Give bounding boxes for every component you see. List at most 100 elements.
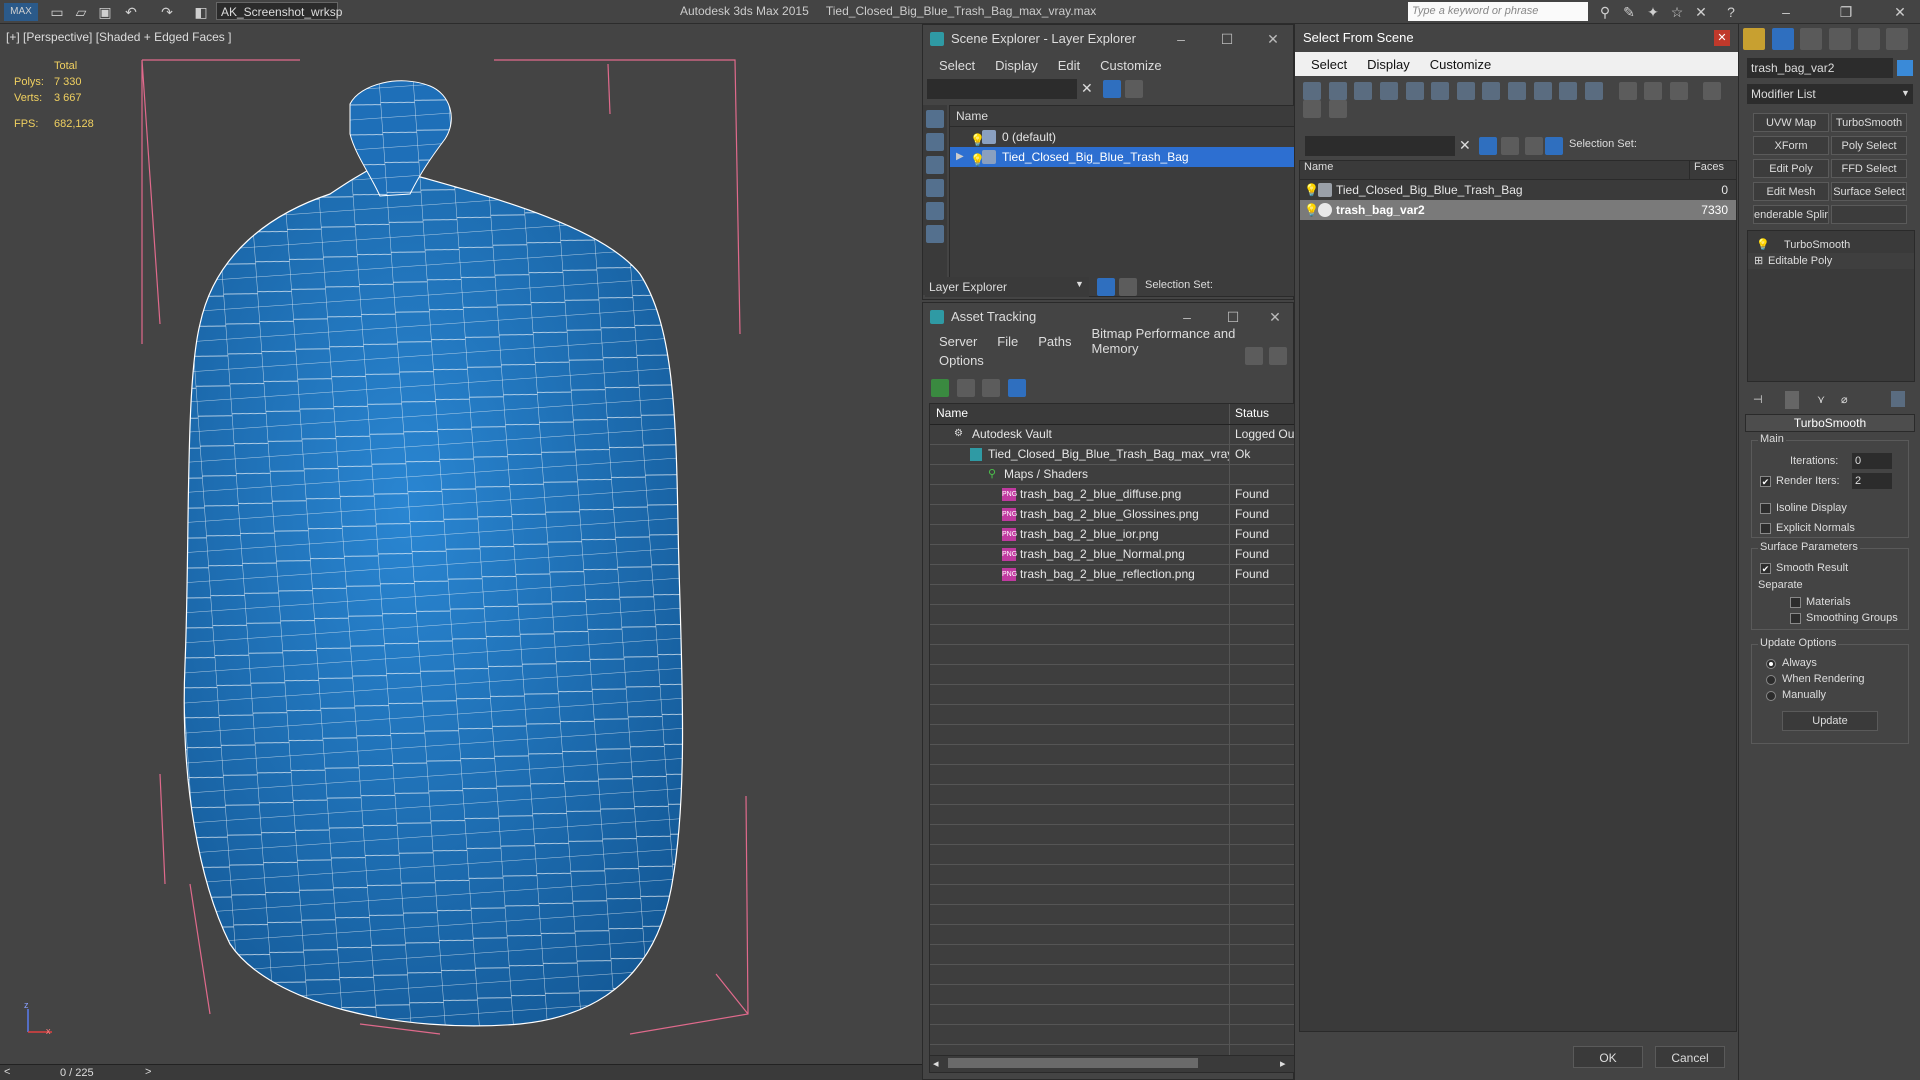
maximize-icon[interactable]: ☐ <box>1219 303 1247 331</box>
geometry-filter-icon[interactable] <box>1303 82 1321 100</box>
table-row[interactable]: PNG trash_bag_2_blue_Normal.png Found <box>930 545 1294 565</box>
uvw-map-button[interactable]: UVW Map <box>1753 113 1829 132</box>
lightbulb-icon[interactable]: 💡 <box>1756 237 1770 253</box>
renderable-spline-button[interactable]: enderable Splir <box>1753 205 1829 224</box>
col-faces[interactable]: Faces <box>1690 161 1736 179</box>
col-name[interactable]: Name <box>930 404 1230 424</box>
col-name[interactable]: Name <box>1300 161 1690 179</box>
table-row[interactable]: PNG trash_bag_2_blue_Glossines.png Found <box>930 505 1294 525</box>
display-geometry-icon[interactable] <box>926 133 944 151</box>
poly-select-button[interactable]: Poly Select <box>1831 136 1907 155</box>
scrollbar-thumb[interactable] <box>948 1058 1198 1068</box>
tree-filter-icon[interactable] <box>1303 100 1321 118</box>
explorer-type-dropdown[interactable]: Layer Explorer <box>925 277 1089 297</box>
menu-server[interactable]: Server <box>939 334 977 349</box>
menu-select[interactable]: Select <box>1311 57 1347 72</box>
menu-display[interactable]: Display <box>1367 57 1410 72</box>
shapes-filter-icon[interactable] <box>1328 82 1347 100</box>
minimize-icon[interactable]: – <box>1167 25 1195 53</box>
spacewarps-filter-icon[interactable] <box>1431 82 1450 100</box>
select-none-icon[interactable] <box>1644 82 1663 100</box>
close-icon[interactable]: ✕ <box>1714 30 1730 46</box>
hierarchy-tab-icon[interactable] <box>1800 28 1823 50</box>
table-row[interactable]: Tied_Closed_Big_Blue_Trash_Bag_max_vray.… <box>930 445 1294 465</box>
isoline-display-checkbox[interactable] <box>1760 503 1771 514</box>
table-row[interactable]: ⚙ Autodesk Vault Logged Ou <box>930 425 1294 445</box>
help-icon[interactable] <box>1245 347 1263 365</box>
expand-arrow-icon[interactable]: ▶ <box>956 147 964 167</box>
open-file-icon[interactable]: ▱ <box>72 3 90 21</box>
scene-explorer-titlebar[interactable]: Scene Explorer - Layer Explorer – ☐ ✕ <box>923 25 1293 53</box>
display-helpers-icon[interactable] <box>926 225 944 243</box>
smoothing-groups-checkbox[interactable] <box>1790 613 1801 624</box>
pin-stack-icon[interactable]: ⊣ <box>1753 393 1763 406</box>
col-status[interactable]: Status <box>1230 404 1294 424</box>
horizontal-scrollbar[interactable]: ◂ ▸ <box>929 1055 1295 1073</box>
funnel-icon[interactable] <box>1703 82 1722 100</box>
always-radio[interactable] <box>1766 659 1776 669</box>
scene-explorer-search-input[interactable] <box>927 79 1077 99</box>
collapse-icon[interactable] <box>1328 100 1347 118</box>
object-row[interactable]: 💡 Tied_Closed_Big_Blue_Trash_Bag 0 <box>1300 180 1736 200</box>
smooth-result-checkbox[interactable]: ✔ <box>1760 563 1771 574</box>
display-cameras-icon[interactable] <box>926 202 944 220</box>
window-close-icon[interactable]: ✕ <box>1880 2 1920 22</box>
xform-button[interactable]: XForm <box>1753 136 1829 155</box>
project-icon[interactable]: ◧ <box>192 3 210 21</box>
sort-by-hierarchy-icon[interactable] <box>1545 137 1563 155</box>
refresh-icon[interactable] <box>931 379 949 397</box>
motion-tab-icon[interactable] <box>1828 28 1851 50</box>
menu-customize[interactable]: Customize <box>1100 58 1161 73</box>
cancel-button[interactable]: Cancel <box>1655 1046 1725 1068</box>
xrefs-filter-icon[interactable] <box>1482 82 1501 100</box>
rollout-title[interactable]: TurboSmooth <box>1745 414 1915 432</box>
helpers-filter-icon[interactable] <box>1405 82 1424 100</box>
trash-bag-mesh[interactable] <box>183 80 684 1027</box>
layer-options-icon[interactable] <box>1125 80 1143 98</box>
turbosmooth-button[interactable]: TurboSmooth <box>1831 113 1907 132</box>
utilities-tab-icon[interactable] <box>1886 28 1909 50</box>
table-row[interactable]: PNG trash_bag_2_blue_ior.png Found <box>930 525 1294 545</box>
menu-edit[interactable]: Edit <box>1058 58 1080 73</box>
app-logo[interactable]: MAX <box>4 3 38 21</box>
configure-sets-icon[interactable] <box>1891 391 1905 407</box>
keyword-search-input[interactable]: Type a keyword or phrase <box>1408 2 1588 21</box>
minimize-icon[interactable]: – <box>1766 2 1806 22</box>
render-iters-spinner[interactable]: 2 <box>1852 473 1892 489</box>
stack-item-turbosmooth[interactable]: 💡 TurboSmooth <box>1748 237 1914 253</box>
scroll-right-icon[interactable]: ▸ <box>1280 1057 1286 1070</box>
menu-display[interactable]: Display <box>995 58 1038 73</box>
object-name-field[interactable]: trash_bag_var2 <box>1747 58 1893 78</box>
filter-icon[interactable] <box>1479 137 1497 155</box>
show-end-result-icon[interactable] <box>1785 391 1799 409</box>
help-icon[interactable]: ? <box>1722 3 1740 21</box>
asset-tracking-titlebar[interactable]: Asset Tracking – ☐ ✕ <box>923 303 1293 331</box>
close-x-icon[interactable]: ✕ <box>1692 3 1710 21</box>
display-shapes-icon[interactable] <box>926 156 944 174</box>
edit-poly-button[interactable]: Edit Poly <box>1753 159 1829 178</box>
frozen-filter-icon[interactable] <box>1559 82 1578 100</box>
select-from-scene-titlebar[interactable]: Select From Scene ✕ <box>1295 24 1738 52</box>
layer-row-trash-bag[interactable]: ▶ 💡 Tied_Closed_Big_Blue_Trash_Bag <box>950 147 1294 167</box>
chevron-down-icon[interactable]: ▼ <box>1075 279 1084 289</box>
object-row-selected[interactable]: 💡 trash_bag_var2 7330 <box>1300 200 1736 220</box>
menu-file[interactable]: File <box>997 334 1018 349</box>
thumbnail-view-icon[interactable] <box>982 379 1001 397</box>
lights-filter-icon[interactable] <box>1354 82 1373 100</box>
bulb-icon[interactable]: 💡 <box>970 150 985 167</box>
object-color-swatch[interactable] <box>1897 60 1913 76</box>
close-icon[interactable]: ✕ <box>1261 303 1289 331</box>
workspace-selector[interactable]: AK_Screenshot_wrksp <box>216 2 342 20</box>
update-button[interactable]: Update <box>1782 711 1878 731</box>
subscription-icon[interactable]: ✦ <box>1644 3 1662 21</box>
render-iters-checkbox[interactable]: ✔ <box>1760 476 1771 487</box>
iterations-spinner[interactable]: 0 <box>1852 453 1892 469</box>
bones-filter-icon[interactable] <box>1508 82 1526 100</box>
perspective-viewport[interactable]: [+] [Perspective] [Shaded + Edged Faces … <box>0 24 923 1066</box>
clear-search-icon[interactable]: ✕ <box>1459 137 1471 154</box>
explicit-normals-checkbox[interactable] <box>1760 523 1771 534</box>
menu-select[interactable]: Select <box>939 58 975 73</box>
when-rendering-radio[interactable] <box>1766 675 1776 685</box>
restore-icon[interactable]: ❐ <box>1826 2 1866 22</box>
edit-mesh-button[interactable]: Edit Mesh <box>1753 182 1829 201</box>
